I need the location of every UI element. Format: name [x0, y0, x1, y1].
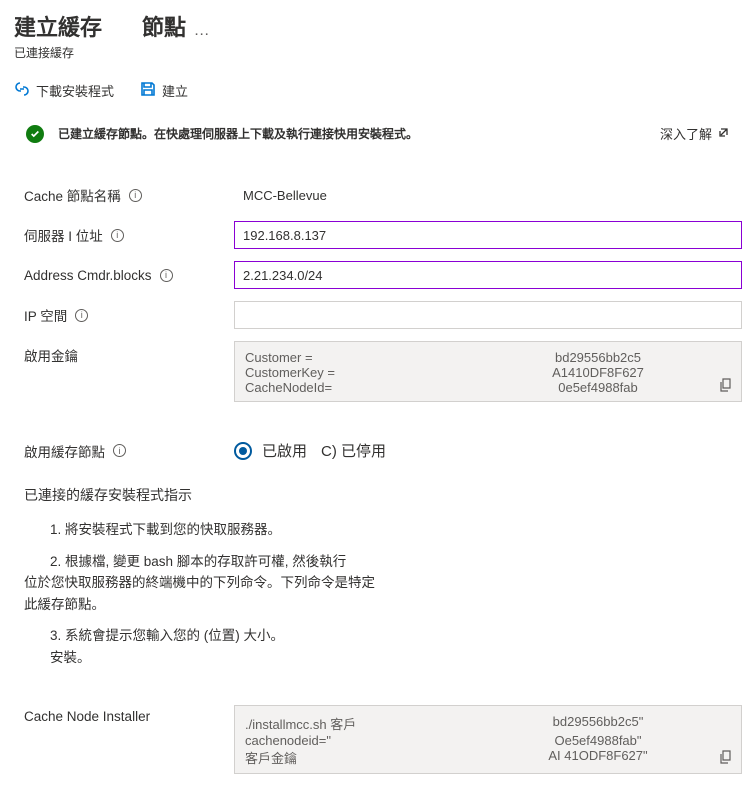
toolbar: 下載安裝程式 建立 [14, 75, 742, 114]
key-customerkey: CustomerKey = [245, 365, 465, 380]
create-label: 建立 [162, 81, 188, 100]
instructions-heading: 已連接的緩存安裝程式指示 [24, 485, 742, 505]
row-address-blocks: Address Cmdr.blocks i [24, 261, 742, 289]
installer-label: Cache Node Installer [24, 709, 150, 724]
installer-box: ./installmcc.sh 客戶bd29556bb2c5" cachenod… [234, 705, 742, 774]
page-title: 建立緩存 [14, 10, 102, 42]
page-subtitle: 節點 [142, 15, 186, 40]
info-icon[interactable]: i [160, 269, 173, 282]
row-enable-cache: 啟用緩存節點 i 已啟用 C) 已停用 [24, 440, 742, 461]
server-ip-label: 伺服器 I 位址 [24, 225, 103, 245]
learn-more-label: 深入了解 [660, 124, 712, 143]
info-icon[interactable]: i [113, 444, 126, 457]
val-customer: bd29556bb2c5 [465, 350, 731, 365]
inst-v2: AI 41ODF8F627" [465, 748, 731, 767]
val-customerkey: A1410DF8F627 [465, 365, 731, 380]
cache-name-label: Cache 節點名稱 [24, 185, 121, 205]
create-button[interactable]: 建立 [140, 81, 188, 100]
link-icon [14, 81, 30, 100]
radio-enabled[interactable] [234, 442, 252, 460]
step-2-line3: 此緩存節點。 [24, 594, 742, 616]
key-customer: Customer = [245, 350, 465, 365]
step-3: 3. 系統會提示您輸入您的 (位置) 大小。 [50, 625, 742, 647]
activation-keys-box: Customer =bd29556bb2c5 CustomerKey =A141… [234, 341, 742, 402]
enable-cache-label: 啟用緩存節點 [24, 441, 105, 461]
info-icon[interactable]: i [111, 229, 124, 242]
ip-space-input[interactable] [234, 301, 742, 329]
step-2: 2. 根據檔, 變更 bash 腳本的存取許可權, 然後執行 [50, 551, 742, 573]
address-blocks-label: Address Cmdr.blocks [24, 268, 152, 283]
download-installer-label: 下載安裝程式 [36, 81, 114, 100]
download-installer-button[interactable]: 下載安裝程式 [14, 81, 114, 100]
activation-keys-label: 啟用金鑰 [24, 345, 78, 365]
radio-disabled-label: C) 已停用 [321, 440, 386, 461]
page-caption: 已連接緩存 [14, 44, 742, 61]
val-cachenodeid: 0e5ef4988fab [465, 380, 731, 395]
copy-icon[interactable] [719, 750, 733, 767]
key-cachenodeid: CacheNodeId= [245, 380, 465, 395]
external-link-icon [718, 126, 730, 141]
address-blocks-input[interactable] [234, 261, 742, 289]
row-cache-name: Cache 節點名稱 i [24, 181, 742, 209]
row-ip-space: IP 空間 i [24, 301, 742, 329]
save-icon [140, 81, 156, 100]
ip-space-label: IP 空間 [24, 305, 67, 325]
check-circle-icon [26, 125, 44, 143]
success-banner: 已建立緩存節點。在快處理伺服器上下載及執行連接快用安裝程式。 深入了解 [14, 114, 742, 153]
copy-icon[interactable] [719, 378, 733, 395]
inst-v1: Oe5ef4988fab" [465, 733, 731, 748]
instructions-steps: 1. 將安裝程式下載到您的快取服務器。 2. 根據檔, 變更 bash 腳本的存… [24, 519, 742, 669]
step-2-line2: 位於您快取服務器的終端機中的下列命令。下列命令是特定 [24, 572, 742, 594]
server-ip-input[interactable] [234, 221, 742, 249]
ellipsis-icon[interactable]: … [194, 22, 210, 39]
inst-k2: 客戶金鑰 [245, 748, 465, 767]
inst-k0: ./installmcc.sh 客戶 [245, 714, 465, 733]
cache-name-input[interactable] [234, 181, 742, 209]
row-activation-keys: 啟用金鑰 Customer =bd29556bb2c5 CustomerKey … [24, 341, 742, 402]
learn-more-link[interactable]: 深入了解 [660, 124, 730, 143]
row-installer: Cache Node Installer ./installmcc.sh 客戶b… [24, 705, 742, 774]
radio-enabled-label: 已啟用 [262, 440, 307, 461]
step-1: 1. 將安裝程式下載到您的快取服務器。 [50, 519, 742, 541]
inst-v0: bd29556bb2c5" [465, 714, 731, 733]
info-icon[interactable]: i [129, 189, 142, 202]
step-3-line2: 安裝。 [50, 647, 742, 669]
banner-message: 已建立緩存節點。在快處理伺服器上下載及執行連接快用安裝程式。 [58, 125, 646, 142]
info-icon[interactable]: i [75, 309, 88, 322]
inst-k1: cachenodeid=" [245, 733, 465, 748]
page-header: 建立緩存 節點 … [14, 10, 742, 42]
row-server-ip: 伺服器 I 位址 i [24, 221, 742, 249]
